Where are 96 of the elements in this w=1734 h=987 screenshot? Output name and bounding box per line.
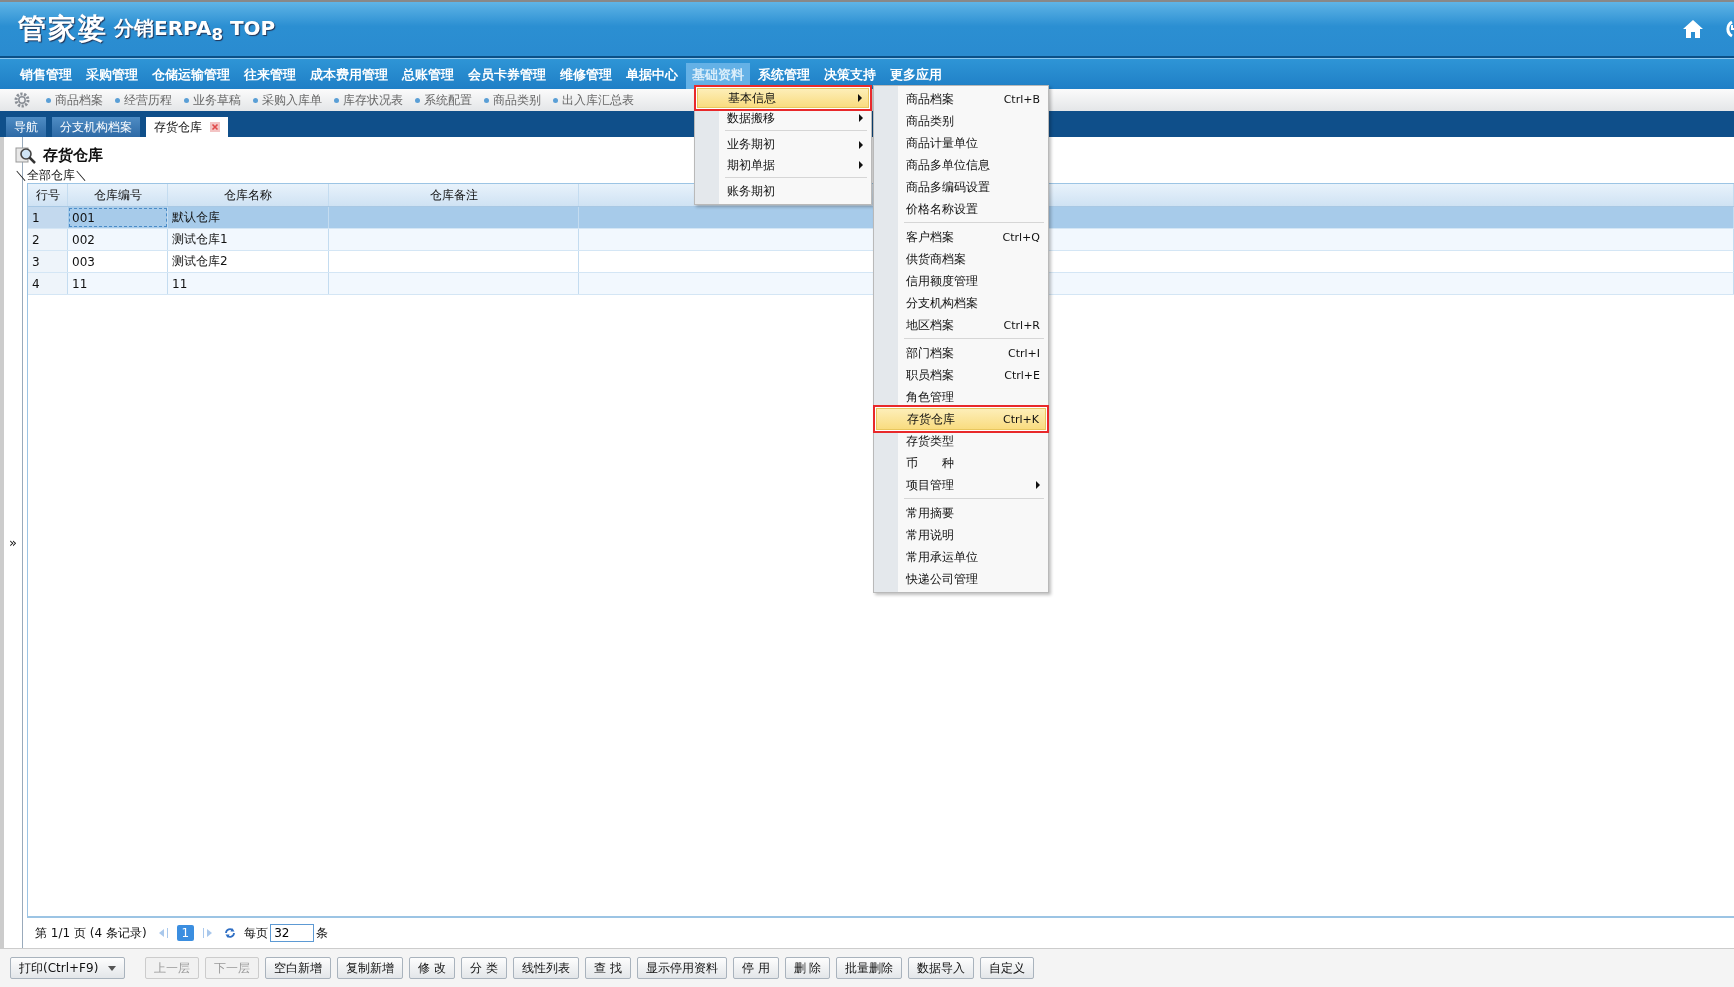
menu-item[interactable]: 商品多单位信息 <box>876 154 1046 176</box>
table-cell: 11 <box>168 273 329 294</box>
menu-bar-item[interactable]: 总账管理 <box>396 63 460 89</box>
tab[interactable]: 存货仓库 <box>146 117 228 137</box>
menu-item[interactable]: 商品多编码设置 <box>876 176 1046 198</box>
menu-bar-item[interactable]: 成本费用管理 <box>304 63 394 89</box>
quick-link[interactable]: 商品类别 <box>484 91 541 109</box>
submenu-arrow-icon <box>858 94 862 102</box>
menu-item[interactable]: 信用额度管理 <box>876 270 1046 292</box>
menu-item[interactable]: 存货仓库 Ctrl+K <box>876 408 1046 430</box>
menu-item[interactable]: 常用承运单位 <box>876 546 1046 568</box>
menu-item[interactable]: 商品计量单位 <box>876 132 1046 154</box>
per-page-field[interactable]: 32 <box>270 924 315 942</box>
quick-link[interactable]: 出入库汇总表 <box>553 91 634 109</box>
table-cell: 4 <box>28 273 68 294</box>
menu-item[interactable]: 基本信息 <box>697 88 869 108</box>
quick-link[interactable]: 商品档案 <box>46 91 103 109</box>
menu-item[interactable]: 供货商档案 <box>876 248 1046 270</box>
table-cell: 002 <box>68 229 168 250</box>
submenu-arrow-icon <box>1036 481 1040 489</box>
menu-bar-item[interactable]: 往来管理 <box>238 63 302 89</box>
menu-item[interactable]: 币 种 <box>876 452 1046 474</box>
tab[interactable]: 分支机构档案 <box>52 117 140 137</box>
table-cell: 001 <box>68 207 168 228</box>
submenu-arrow-icon <box>859 161 863 169</box>
submenu-arrow-icon <box>859 140 863 149</box>
page-summary: 第 1/1 页 (4 条记录) <box>35 924 147 942</box>
toolbar-button[interactable]: 查 找 <box>584 957 631 979</box>
menu-bar-item[interactable]: 系统管理 <box>752 63 816 89</box>
product-name: 分销ERPA$_{8}$ TOP <box>114 14 276 44</box>
settings-icon[interactable] <box>14 92 30 108</box>
toolbar-button[interactable]: 停 用 <box>732 957 779 979</box>
table-row[interactable]: 3 003 测试仓库2 <box>28 251 579 272</box>
toolbar-button[interactable]: 数据导入 <box>908 957 975 979</box>
column-header[interactable]: 仓库名称 <box>168 184 329 206</box>
menu-item[interactable]: 商品类别 <box>876 110 1046 132</box>
menu-item[interactable]: 快递公司管理 <box>876 568 1046 590</box>
menu-bar-item[interactable]: 维修管理 <box>554 63 618 89</box>
column-header[interactable]: 行号 <box>28 184 68 206</box>
quick-link[interactable]: 采购入库单 <box>253 91 322 109</box>
quick-link[interactable]: 经营历程 <box>115 91 172 109</box>
table-cell: 3 <box>28 251 68 272</box>
toolbar-button[interactable]: 删 除 <box>784 957 831 979</box>
menu-item[interactable]: 期初单据 <box>697 155 869 175</box>
menu-item[interactable]: 分支机构档案 <box>876 292 1046 314</box>
menu-item[interactable]: 商品档案 Ctrl+B <box>876 88 1046 110</box>
table-cell: 测试仓库1 <box>168 229 329 250</box>
table-row[interactable]: 2 002 测试仓库1 <box>28 229 579 250</box>
toolbar-button[interactable]: 修 改 <box>409 957 456 979</box>
menu-item[interactable]: 常用说明 <box>876 524 1046 546</box>
menu-item[interactable]: 职员档案 Ctrl+E <box>876 364 1046 386</box>
quick-link[interactable]: 库存状况表 <box>334 91 403 109</box>
close-icon[interactable] <box>210 122 220 132</box>
menu-bar-item[interactable]: 销售管理 <box>14 63 78 89</box>
per-page-label: 每页 <box>244 924 269 942</box>
column-header[interactable]: 仓库备注 <box>329 184 579 206</box>
table-row[interactable]: 4 11 11 <box>28 273 579 294</box>
tab[interactable]: 导航 <box>6 117 46 137</box>
submenu-arrow-icon <box>859 114 863 122</box>
logo-text: 管家婆 <box>18 11 108 47</box>
table-cell: 003 <box>68 251 168 272</box>
refresh-icon[interactable] <box>224 927 237 939</box>
toolbar-button[interactable]: 分 类 <box>461 957 507 979</box>
toolbar-button[interactable]: 批量删除 <box>836 957 903 979</box>
menu-item[interactable]: 数据搬移 <box>697 108 869 128</box>
home-icon[interactable] <box>1682 19 1704 39</box>
menu-bar-item[interactable]: 单据中心 <box>620 63 684 89</box>
toolbar-button[interactable]: 空白新增 <box>265 957 332 979</box>
caret-icon <box>108 965 117 971</box>
menu-bar-item[interactable]: 更多应用 <box>884 63 948 89</box>
table-cell: 1 <box>28 207 68 228</box>
quick-link[interactable]: 业务草稿 <box>184 91 241 109</box>
menu-item[interactable]: 地区档案 Ctrl+R <box>876 314 1046 336</box>
toolbar-button[interactable]: 线性列表 <box>512 957 579 979</box>
table-cell: 默认仓库 <box>168 207 329 228</box>
table-cell: 2 <box>28 229 68 250</box>
toolbar-button[interactable]: 显示停用资料 <box>636 957 727 979</box>
table-cell: 11 <box>68 273 168 294</box>
toolbar-button[interactable]: 自定义 <box>980 957 1035 979</box>
quick-link[interactable]: 系统配置 <box>415 91 472 109</box>
menu-bar-item[interactable]: 仓储运输管理 <box>146 63 236 89</box>
menu-item[interactable]: 价格名称设置 <box>876 198 1046 220</box>
column-header[interactable]: 仓库编号 <box>68 184 168 206</box>
search-icon <box>15 145 37 165</box>
table-row[interactable]: 1 001 默认仓库 <box>28 207 579 228</box>
menu-bar-item[interactable]: 决策支持 <box>818 63 882 89</box>
menu-item[interactable]: 存货类型 <box>876 430 1046 452</box>
page-title: 存货仓库 <box>43 145 103 165</box>
menu-item[interactable]: 项目管理 <box>876 474 1046 496</box>
table-cell: 测试仓库2 <box>168 251 329 272</box>
print-button[interactable]: 打印(Ctrl+F9) <box>10 957 126 979</box>
toolbar-button[interactable]: 复制新增 <box>337 957 404 979</box>
menu-bar-item[interactable]: 会员卡券管理 <box>462 63 552 89</box>
menu-item[interactable]: 角色管理 <box>876 386 1046 408</box>
per-page-unit: 条 <box>316 924 329 942</box>
menu-bar-item[interactable]: 采购管理 <box>80 63 144 89</box>
